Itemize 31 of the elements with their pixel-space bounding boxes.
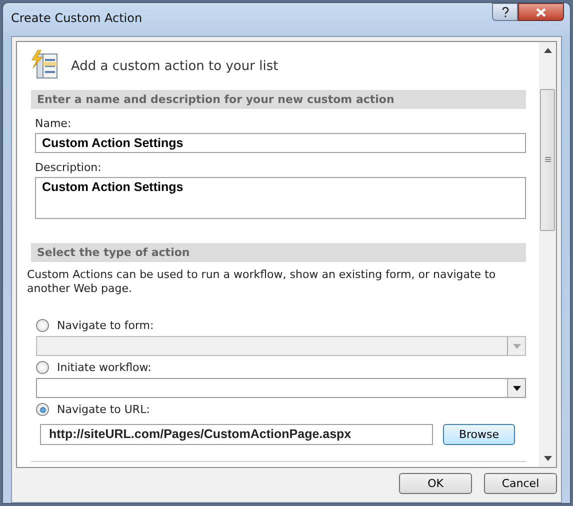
window-title: Create Custom Action — [11, 11, 142, 25]
description-text: Custom Actions can be used to run a workflow, show an existing form, or navigate to another Web page. — [27, 268, 497, 296]
radio-button[interactable] — [36, 403, 49, 416]
radio-label: Initiate workflow: — [57, 361, 152, 374]
radio-button[interactable] — [36, 361, 49, 374]
cancel-button[interactable]: Cancel — [484, 473, 557, 494]
section-header: Enter a name and description for your new custom action — [31, 90, 526, 109]
url-field[interactable]: http://siteURL.com/Pages/CustomActionPage.aspx — [40, 424, 433, 445]
scroll-thumb[interactable] — [540, 88, 555, 230]
radio-label: Navigate to form: — [57, 319, 154, 332]
close-button[interactable] — [518, 3, 564, 21]
dialog-heading: Add a custom action to your list — [71, 58, 278, 74]
dropdown-arrow-icon — [512, 386, 520, 390]
browse-button[interactable]: Browse — [443, 424, 515, 445]
help-icon — [502, 6, 508, 18]
section-header: Select the type of action — [31, 243, 526, 262]
grip-icon — [544, 157, 550, 162]
radio-label: Navigate to URL: — [57, 403, 150, 416]
scroll-down-icon[interactable] — [544, 456, 552, 461]
scrollbar[interactable] — [539, 42, 556, 467]
close-icon — [536, 8, 546, 16]
field-label: Description: — [35, 161, 102, 174]
name-field[interactable]: Custom Action Settings — [35, 133, 526, 153]
help-button[interactable] — [492, 3, 518, 21]
field-label: Name: — [35, 117, 72, 130]
dropdown-arrow-icon — [512, 344, 520, 348]
ok-button[interactable]: OK — [399, 473, 472, 494]
scroll-up-icon[interactable] — [544, 48, 552, 53]
description-field[interactable]: Custom Action Settings — [35, 177, 526, 219]
list-lightning-icon — [31, 50, 59, 80]
dropdown[interactable] — [36, 378, 526, 398]
